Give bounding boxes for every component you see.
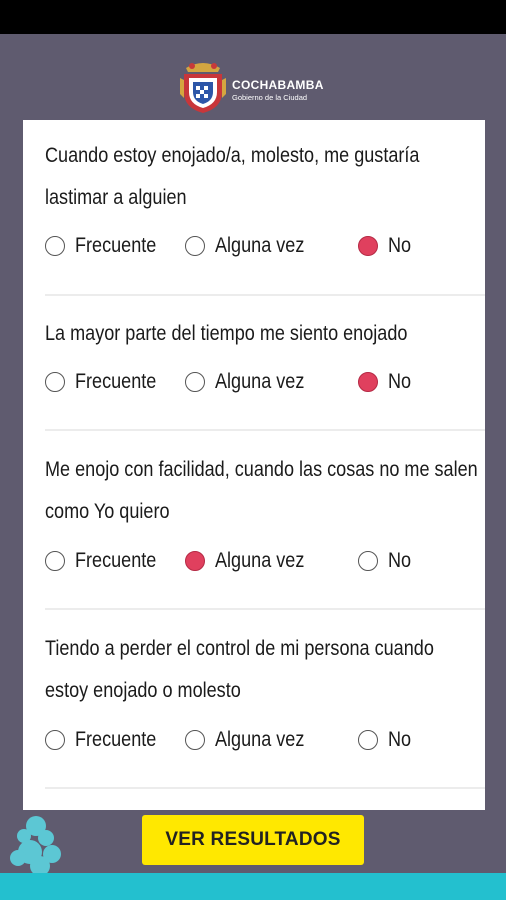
question-1-option-no[interactable]: No <box>358 226 415 266</box>
question-1-options: Frecuente Alguna vez No <box>45 226 475 266</box>
logo-title: COCHABAMBA <box>232 78 324 92</box>
option-label: Alguna vez <box>215 370 305 393</box>
bottom-bar <box>0 873 506 900</box>
option-label: Frecuente <box>75 370 157 393</box>
divider <box>45 787 485 789</box>
question-3-option-no[interactable]: No <box>358 541 415 581</box>
question-2-option-no[interactable]: No <box>358 362 415 402</box>
radio-button[interactable] <box>45 551 65 571</box>
question-1-option-frecuente[interactable]: Frecuente <box>45 226 170 266</box>
status-bar <box>0 0 506 34</box>
radio-button[interactable] <box>358 551 378 571</box>
question-3-text: Me enojo con facilidad, cuando las cosas… <box>45 458 478 523</box>
question-4: Tiendo a perder el control de mi persona… <box>45 628 480 712</box>
radio-button[interactable] <box>185 730 205 750</box>
radio-button[interactable] <box>185 372 205 392</box>
divider <box>45 608 485 610</box>
question-4-options: Frecuente Alguna vez No <box>45 720 475 760</box>
question-3-option-alguna-vez[interactable]: Alguna vez <box>185 541 319 581</box>
question-1-option-alguna-vez[interactable]: Alguna vez <box>185 226 319 266</box>
bubbles-decoration-icon <box>10 816 61 874</box>
question-4-option-no[interactable]: No <box>358 720 415 760</box>
option-label: Frecuente <box>75 234 157 257</box>
question-3-options: Frecuente Alguna vez No <box>45 541 475 581</box>
coat-of-arms-icon <box>180 63 226 113</box>
question-1-text: Cuando estoy enojado/a, molesto, me gust… <box>45 144 420 209</box>
question-2-options: Frecuente Alguna vez No <box>45 362 475 402</box>
option-label: No <box>388 234 412 257</box>
question-4-option-alguna-vez[interactable]: Alguna vez <box>185 720 319 760</box>
radio-button-selected[interactable] <box>185 551 205 571</box>
questionnaire-card[interactable]: Cuando estoy enojado/a, molesto, me gust… <box>23 120 485 810</box>
question-3-option-frecuente[interactable]: Frecuente <box>45 541 170 581</box>
option-label: No <box>388 549 412 572</box>
radio-button[interactable] <box>358 730 378 750</box>
question-4-option-frecuente[interactable]: Frecuente <box>45 720 170 760</box>
option-label: Frecuente <box>75 549 157 572</box>
city-logo: COCHABAMBA Gobierno de la Ciudad <box>176 56 336 116</box>
radio-button[interactable] <box>45 236 65 256</box>
option-label: Frecuente <box>75 728 157 751</box>
radio-button[interactable] <box>45 730 65 750</box>
radio-button-selected[interactable] <box>358 372 378 392</box>
option-label: Alguna vez <box>215 234 305 257</box>
ver-resultados-button[interactable]: VER RESULTADOS <box>142 815 364 865</box>
question-4-text: Tiendo a perder el control de mi persona… <box>45 637 434 702</box>
logo-subtitle: Gobierno de la Ciudad <box>232 93 308 102</box>
option-label: Alguna vez <box>215 728 305 751</box>
radio-button[interactable] <box>45 372 65 392</box>
question-2: La mayor parte del tiempo me siento enoj… <box>45 313 480 355</box>
option-label: Alguna vez <box>215 549 305 572</box>
divider <box>45 294 485 296</box>
divider <box>45 429 485 431</box>
radio-button[interactable] <box>185 236 205 256</box>
question-1: Cuando estoy enojado/a, molesto, me gust… <box>45 135 480 219</box>
question-2-option-alguna-vez[interactable]: Alguna vez <box>185 362 319 402</box>
question-3: Me enojo con facilidad, cuando las cosas… <box>45 449 480 533</box>
radio-button-selected[interactable] <box>358 236 378 256</box>
option-label: No <box>388 370 412 393</box>
question-2-text: La mayor parte del tiempo me siento enoj… <box>45 322 408 345</box>
question-2-option-frecuente[interactable]: Frecuente <box>45 362 170 402</box>
option-label: No <box>388 728 412 751</box>
